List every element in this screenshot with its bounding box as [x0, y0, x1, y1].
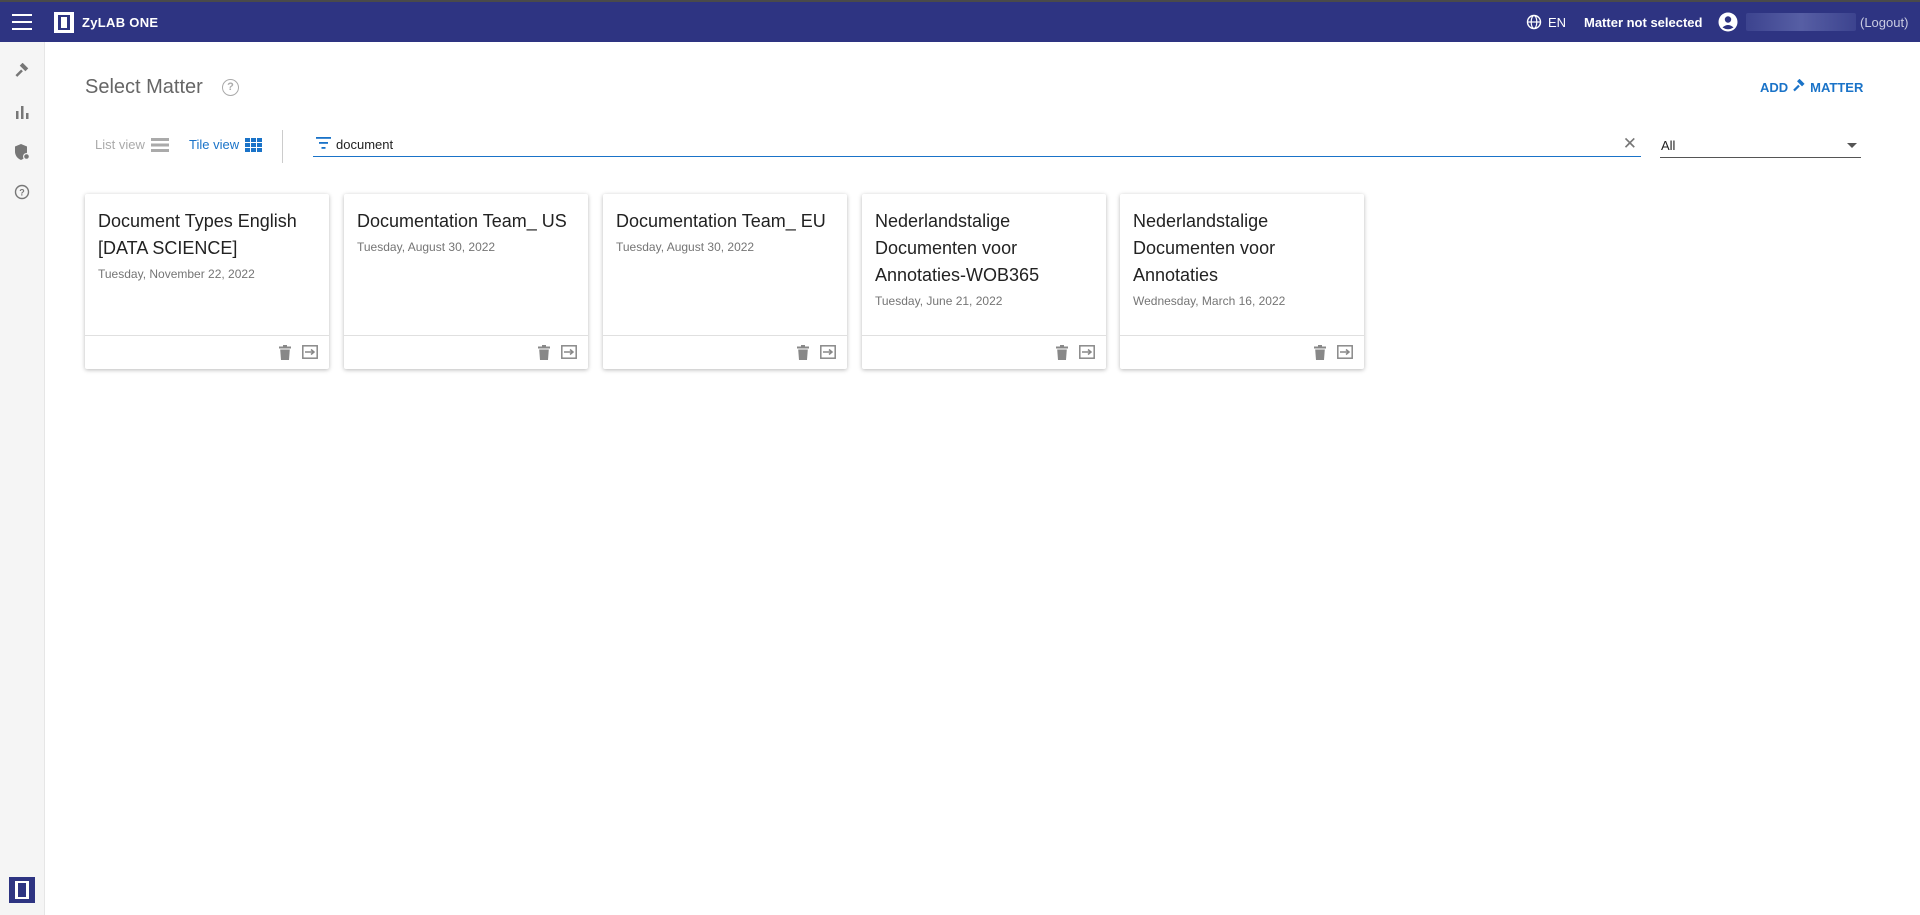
filter-input[interactable] [336, 133, 1606, 155]
matter-title-text: Documentation Team_ EU [616, 211, 826, 231]
security-shield-icon[interactable] [12, 142, 32, 162]
language-selector[interactable]: EN [1526, 14, 1566, 30]
list-icon [150, 137, 169, 152]
top-app-bar: ZyLAB ONE EN Matter not selected (Logout… [0, 0, 1920, 42]
tile-view-toggle[interactable]: Tile view [189, 137, 263, 152]
matter-title-text: Document Types English [DATA SCIENCE] [98, 211, 297, 258]
grid-icon [245, 137, 263, 152]
gavel-icon [1793, 79, 1805, 92]
account-circle-icon[interactable] [1718, 12, 1738, 32]
redacted-username [1746, 13, 1856, 31]
gavel-icon[interactable] [12, 62, 32, 82]
matter-label: MATTER [1810, 79, 1864, 95]
dropdown-arrow-icon [1847, 143, 1857, 148]
logout-link[interactable]: (Logout) [1860, 15, 1908, 30]
user-menu: (Logout) [1718, 12, 1908, 32]
tile-view-label: Tile view [189, 137, 240, 152]
card-actions [603, 335, 847, 369]
matter-date: Wednesday, March 16, 2022 [1133, 294, 1286, 308]
matter-title: Documentation Team_ EU Tuesday, August 30… [616, 208, 838, 255]
globe-icon [1526, 14, 1542, 30]
delete-icon[interactable] [1056, 345, 1068, 360]
matter-title: Document Types English [DATA SCIENCE] Tue… [98, 208, 320, 282]
card-actions [85, 335, 329, 369]
matter-title: Documentation Team_ US Tuesday, August 30… [357, 208, 579, 255]
delete-icon[interactable] [538, 345, 550, 360]
svg-text:?: ? [19, 188, 25, 198]
matter-card[interactable]: Document Types English [DATA SCIENCE] Tue… [85, 194, 329, 369]
open-matter-icon[interactable] [820, 345, 836, 359]
card-actions [344, 335, 588, 369]
open-matter-icon[interactable] [561, 345, 577, 359]
matter-title-text: Nederlandstalige Documenten voor Annotat… [1133, 211, 1276, 285]
list-view-label: List view [95, 137, 145, 152]
matter-title-text: Nederlandstalige Documenten voor Annotat… [875, 211, 1040, 285]
filter-field: ✕ [313, 133, 1641, 157]
bar-chart-icon[interactable] [12, 102, 32, 122]
matter-card[interactable]: Documentation Team_ US Tuesday, August 30… [344, 194, 588, 369]
delete-icon[interactable] [797, 345, 809, 360]
side-navigation: ? [0, 42, 45, 915]
delete-icon[interactable] [1314, 345, 1326, 360]
matter-date: Tuesday, November 22, 2022 [98, 267, 255, 281]
matter-date: Tuesday, June 21, 2022 [875, 294, 1003, 308]
matter-status: Matter not selected [1584, 15, 1703, 30]
zylab-footer-logo-icon [9, 877, 35, 903]
card-actions [1120, 335, 1364, 369]
matter-date: Tuesday, August 30, 2022 [357, 240, 496, 254]
zylab-logo-icon [54, 12, 74, 33]
app-name: ZyLAB ONE [82, 15, 159, 30]
matter-card[interactable]: Nederlandstalige Documenten voor Annotat… [1120, 194, 1364, 369]
matter-card[interactable]: Documentation Team_ EU Tuesday, August 30… [603, 194, 847, 369]
filter-icon [316, 137, 331, 149]
clear-icon[interactable]: ✕ [1623, 135, 1637, 153]
matter-type-select[interactable]: All [1660, 134, 1861, 158]
matter-title: Nederlandstalige Documenten voor Annotat… [875, 208, 1097, 309]
matter-date: Tuesday, August 30, 2022 [616, 240, 755, 254]
open-matter-icon[interactable] [1079, 345, 1095, 359]
add-matter-button[interactable]: ADD MATTER [1760, 79, 1863, 95]
matter-title: Nederlandstalige Documenten voor Annotat… [1133, 208, 1355, 309]
delete-icon[interactable] [279, 345, 291, 360]
page-title: Select Matter [85, 76, 203, 98]
add-label: ADD [1760, 79, 1789, 95]
matter-title-text: Documentation Team_ US [357, 211, 567, 231]
open-matter-icon[interactable] [1337, 345, 1353, 359]
card-actions [862, 335, 1106, 369]
help-icon[interactable]: ? [12, 182, 32, 202]
list-view-toggle[interactable]: List view [95, 137, 169, 152]
language-label: EN [1548, 14, 1567, 30]
select-value: All [1661, 138, 1676, 153]
open-matter-icon[interactable] [302, 345, 318, 359]
divider [282, 130, 283, 163]
matter-card[interactable]: Nederlandstalige Documenten voor Annotat… [862, 194, 1106, 369]
help-circle-icon[interactable]: ? [222, 79, 239, 96]
hamburger-menu-icon[interactable] [12, 14, 32, 30]
